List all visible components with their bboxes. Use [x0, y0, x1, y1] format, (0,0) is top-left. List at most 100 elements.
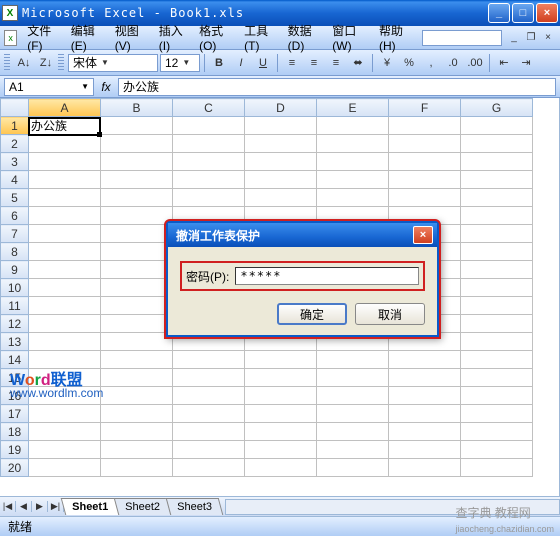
toolbar-grip-icon[interactable]	[4, 54, 10, 72]
cell-G2[interactable]	[461, 135, 533, 153]
cell-D3[interactable]	[245, 153, 317, 171]
mdi-restore-button[interactable]: ❐	[523, 31, 539, 45]
cell-G11[interactable]	[461, 297, 533, 315]
col-header-F[interactable]: F	[389, 99, 461, 117]
cell-F5[interactable]	[389, 189, 461, 207]
cell-G9[interactable]	[461, 261, 533, 279]
cell-D20[interactable]	[245, 459, 317, 477]
formula-input[interactable]: 办公族	[118, 78, 556, 96]
cell-F16[interactable]	[389, 387, 461, 405]
cell-A11[interactable]	[29, 297, 101, 315]
row-header-13[interactable]: 13	[1, 333, 29, 351]
cell-D4[interactable]	[245, 171, 317, 189]
cell-G8[interactable]	[461, 243, 533, 261]
cell-F2[interactable]	[389, 135, 461, 153]
cell-G1[interactable]	[461, 117, 533, 135]
row-header-1[interactable]: 1	[1, 117, 29, 135]
cell-F1[interactable]	[389, 117, 461, 135]
cell-A4[interactable]	[29, 171, 101, 189]
cell-A6[interactable]	[29, 207, 101, 225]
cell-B7[interactable]	[101, 225, 173, 243]
cell-B20[interactable]	[101, 459, 173, 477]
cell-G5[interactable]	[461, 189, 533, 207]
minimize-button[interactable]: _	[488, 3, 510, 23]
mdi-close-button[interactable]: ×	[540, 31, 556, 45]
cell-E1[interactable]	[317, 117, 389, 135]
help-search-input[interactable]	[422, 30, 502, 46]
cell-B18[interactable]	[101, 423, 173, 441]
merge-center-button[interactable]: ⬌	[348, 53, 368, 73]
cell-B11[interactable]	[101, 297, 173, 315]
cell-E15[interactable]	[317, 369, 389, 387]
cell-A9[interactable]	[29, 261, 101, 279]
cell-G18[interactable]	[461, 423, 533, 441]
increase-decimal-button[interactable]: .0	[443, 53, 463, 73]
row-header-11[interactable]: 11	[1, 297, 29, 315]
row-header-2[interactable]: 2	[1, 135, 29, 153]
cell-A3[interactable]	[29, 153, 101, 171]
cell-D17[interactable]	[245, 405, 317, 423]
col-header-E[interactable]: E	[317, 99, 389, 117]
row-header-18[interactable]: 18	[1, 423, 29, 441]
menu-insert[interactable]: 插入(I)	[153, 20, 193, 55]
menu-file[interactable]: 文件(F)	[21, 20, 65, 55]
cell-E4[interactable]	[317, 171, 389, 189]
cell-E16[interactable]	[317, 387, 389, 405]
cell-G16[interactable]	[461, 387, 533, 405]
cell-B5[interactable]	[101, 189, 173, 207]
increase-indent-button[interactable]: ⇥	[516, 53, 536, 73]
menu-edit[interactable]: 编辑(E)	[65, 20, 109, 55]
col-header-A[interactable]: A	[29, 99, 101, 117]
cell-G3[interactable]	[461, 153, 533, 171]
font-combo[interactable]: 宋体▼	[68, 54, 158, 72]
cell-C17[interactable]	[173, 405, 245, 423]
cell-G14[interactable]	[461, 351, 533, 369]
col-header-C[interactable]: C	[173, 99, 245, 117]
cell-B17[interactable]	[101, 405, 173, 423]
cell-B12[interactable]	[101, 315, 173, 333]
tab-sheet2[interactable]: Sheet2	[114, 498, 171, 515]
cell-A2[interactable]	[29, 135, 101, 153]
dialog-titlebar[interactable]: 撤消工作表保护 ×	[168, 223, 437, 247]
cell-G7[interactable]	[461, 225, 533, 243]
cell-B8[interactable]	[101, 243, 173, 261]
cell-B16[interactable]	[101, 387, 173, 405]
cell-E2[interactable]	[317, 135, 389, 153]
cell-G13[interactable]	[461, 333, 533, 351]
row-header-6[interactable]: 6	[1, 207, 29, 225]
align-right-button[interactable]: ≡	[326, 53, 346, 73]
tab-sheet1[interactable]: Sheet1	[61, 498, 120, 515]
cell-E5[interactable]	[317, 189, 389, 207]
col-header-G[interactable]: G	[461, 99, 533, 117]
cell-G12[interactable]	[461, 315, 533, 333]
row-header-10[interactable]: 10	[1, 279, 29, 297]
menu-window[interactable]: 窗口(W)	[326, 20, 373, 55]
row-header-4[interactable]: 4	[1, 171, 29, 189]
row-header-12[interactable]: 12	[1, 315, 29, 333]
cell-D15[interactable]	[245, 369, 317, 387]
cell-G20[interactable]	[461, 459, 533, 477]
cell-F17[interactable]	[389, 405, 461, 423]
italic-button[interactable]: I	[231, 53, 251, 73]
mdi-minimize-button[interactable]: _	[506, 31, 522, 45]
cell-B1[interactable]	[101, 117, 173, 135]
decrease-decimal-button[interactable]: .00	[465, 53, 485, 73]
close-button[interactable]: ×	[536, 3, 558, 23]
sort-asc-button[interactable]: A↓	[14, 53, 34, 73]
cell-A13[interactable]	[29, 333, 101, 351]
cell-A19[interactable]	[29, 441, 101, 459]
cell-B14[interactable]	[101, 351, 173, 369]
cell-B6[interactable]	[101, 207, 173, 225]
row-header-8[interactable]: 8	[1, 243, 29, 261]
percent-button[interactable]: %	[399, 53, 419, 73]
cell-F3[interactable]	[389, 153, 461, 171]
menu-view[interactable]: 视图(V)	[109, 20, 153, 55]
cell-G19[interactable]	[461, 441, 533, 459]
menu-help[interactable]: 帮助(H)	[373, 20, 418, 55]
currency-button[interactable]: ¥	[377, 53, 397, 73]
cell-A1[interactable]: 办公族	[29, 117, 101, 135]
menu-tools[interactable]: 工具(T)	[238, 20, 282, 55]
row-header-20[interactable]: 20	[1, 459, 29, 477]
cell-G6[interactable]	[461, 207, 533, 225]
cell-B10[interactable]	[101, 279, 173, 297]
